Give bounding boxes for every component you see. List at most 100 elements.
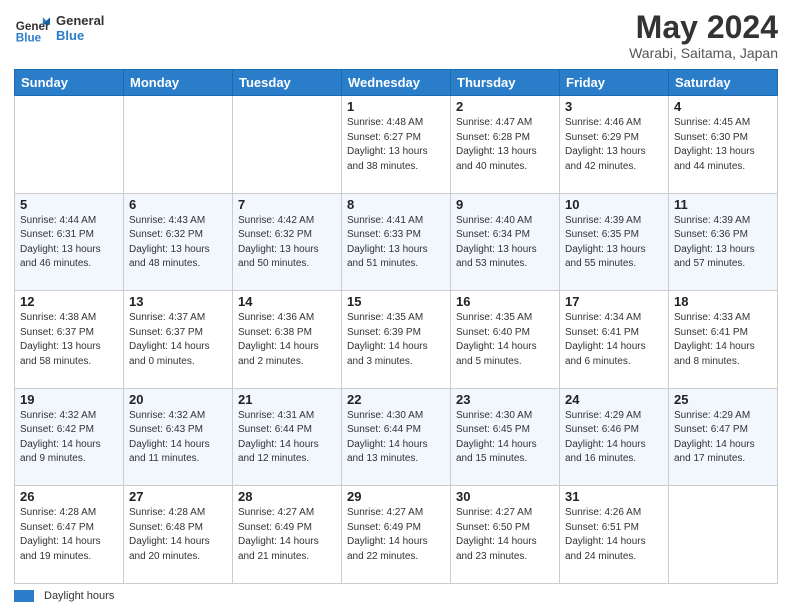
- table-row: 17 Sunrise: 4:34 AM Sunset: 6:41 PM Dayli…: [560, 291, 669, 389]
- table-row: 2 Sunrise: 4:47 AM Sunset: 6:28 PM Daylig…: [451, 96, 560, 194]
- day-number: 22: [347, 392, 445, 407]
- day-info: Sunrise: 4:39 AM Sunset: 6:35 PM Dayligh…: [565, 214, 663, 272]
- legend-box: [14, 590, 34, 602]
- table-row: 13Sunrise: 4:37 AM Sunset: 6:37 PM Dayli…: [124, 291, 233, 389]
- day-info: Sunrise: 4:32 AM Sunset: 6:42 PM Dayligh…: [20, 409, 118, 467]
- logo: General Blue General Blue: [14, 10, 104, 46]
- table-row: [124, 96, 233, 194]
- svg-text:Blue: Blue: [16, 32, 42, 45]
- table-row: 14 Sunrise: 4:36 AM Sunset: 6:38 PM Dayli…: [233, 291, 342, 389]
- calendar-week-row: 5 Sunrise: 4:44 AM Sunset: 6:31 PM Daylig…: [15, 193, 778, 291]
- table-row: 3Sunrise: 4:46 AM Sunset: 6:29 PM Daylig…: [560, 96, 669, 194]
- day-number: 31: [565, 489, 663, 504]
- day-info: Sunrise: 4:36 AM Sunset: 6:38 PM Dayligh…: [238, 311, 336, 369]
- day-info: Sunrise: 4:30 AM Sunset: 6:45 PM Dayligh…: [456, 409, 554, 467]
- table-row: 24Sunrise: 4:29 AM Sunset: 6:46 PM Dayli…: [560, 388, 669, 486]
- table-row: 4 Sunrise: 4:45 AM Sunset: 6:30 PM Daylig…: [669, 96, 778, 194]
- table-row: 10 Sunrise: 4:39 AM Sunset: 6:35 PM Dayli…: [560, 193, 669, 291]
- day-number: 23: [456, 392, 554, 407]
- table-row: 15 Sunrise: 4:35 AM Sunset: 6:39 PM Dayli…: [342, 291, 451, 389]
- table-row: 22Sunrise: 4:30 AM Sunset: 6:44 PM Dayli…: [342, 388, 451, 486]
- table-row: 28Sunrise: 4:27 AM Sunset: 6:49 PM Dayli…: [233, 486, 342, 584]
- table-row: 8 Sunrise: 4:41 AM Sunset: 6:33 PM Daylig…: [342, 193, 451, 291]
- table-row: 25Sunrise: 4:29 AM Sunset: 6:47 PM Dayli…: [669, 388, 778, 486]
- day-number: 26: [20, 489, 118, 504]
- col-saturday: Saturday: [669, 70, 778, 96]
- table-row: 16 Sunrise: 4:35 AM Sunset: 6:40 PM Dayli…: [451, 291, 560, 389]
- col-thursday: Thursday: [451, 70, 560, 96]
- day-number: 16: [456, 294, 554, 309]
- col-friday: Friday: [560, 70, 669, 96]
- col-tuesday: Tuesday: [233, 70, 342, 96]
- day-info: Sunrise: 4:33 AM Sunset: 6:41 PM Dayligh…: [674, 311, 772, 369]
- table-row: 6Sunrise: 4:43 AM Sunset: 6:32 PM Daylig…: [124, 193, 233, 291]
- table-row: 23 Sunrise: 4:30 AM Sunset: 6:45 PM Dayli…: [451, 388, 560, 486]
- calendar-week-row: 19Sunrise: 4:32 AM Sunset: 6:42 PM Dayli…: [15, 388, 778, 486]
- day-number: 10: [565, 197, 663, 212]
- day-number: 4: [674, 99, 772, 114]
- day-info: Sunrise: 4:42 AM Sunset: 6:32 PM Dayligh…: [238, 214, 336, 272]
- day-info: Sunrise: 4:38 AM Sunset: 6:37 PM Dayligh…: [20, 311, 118, 369]
- logo-blue: Blue: [56, 28, 104, 43]
- day-number: 21: [238, 392, 336, 407]
- table-row: 29Sunrise: 4:27 AM Sunset: 6:49 PM Dayli…: [342, 486, 451, 584]
- day-number: 12: [20, 294, 118, 309]
- day-info: Sunrise: 4:34 AM Sunset: 6:41 PM Dayligh…: [565, 311, 663, 369]
- day-info: Sunrise: 4:41 AM Sunset: 6:33 PM Dayligh…: [347, 214, 445, 272]
- table-row: 9 Sunrise: 4:40 AM Sunset: 6:34 PM Daylig…: [451, 193, 560, 291]
- title-block: May 2024 Warabi, Saitama, Japan: [629, 10, 778, 61]
- day-info: Sunrise: 4:40 AM Sunset: 6:34 PM Dayligh…: [456, 214, 554, 272]
- day-number: 30: [456, 489, 554, 504]
- col-monday: Monday: [124, 70, 233, 96]
- day-number: 5: [20, 197, 118, 212]
- calendar-week-row: 12 Sunrise: 4:38 AM Sunset: 6:37 PM Dayli…: [15, 291, 778, 389]
- day-info: Sunrise: 4:27 AM Sunset: 6:49 PM Dayligh…: [238, 506, 336, 564]
- table-row: [15, 96, 124, 194]
- header: General Blue General Blue May 2024 Warab…: [14, 10, 778, 61]
- table-row: 12 Sunrise: 4:38 AM Sunset: 6:37 PM Dayli…: [15, 291, 124, 389]
- day-number: 7: [238, 197, 336, 212]
- day-number: 18: [674, 294, 772, 309]
- table-row: 7 Sunrise: 4:42 AM Sunset: 6:32 PM Daylig…: [233, 193, 342, 291]
- legend-label: Daylight hours: [44, 590, 114, 602]
- table-row: 1 Sunrise: 4:48 AM Sunset: 6:27 PM Daylig…: [342, 96, 451, 194]
- day-number: 9: [456, 197, 554, 212]
- table-row: 11Sunrise: 4:39 AM Sunset: 6:36 PM Dayli…: [669, 193, 778, 291]
- day-number: 14: [238, 294, 336, 309]
- table-row: 26 Sunrise: 4:28 AM Sunset: 6:47 PM Dayli…: [15, 486, 124, 584]
- page-title: May 2024: [629, 10, 778, 45]
- day-info: Sunrise: 4:46 AM Sunset: 6:29 PM Dayligh…: [565, 116, 663, 174]
- day-number: 2: [456, 99, 554, 114]
- day-info: Sunrise: 4:47 AM Sunset: 6:28 PM Dayligh…: [456, 116, 554, 174]
- calendar-week-row: 1 Sunrise: 4:48 AM Sunset: 6:27 PM Daylig…: [15, 96, 778, 194]
- day-number: 20: [129, 392, 227, 407]
- footer: Daylight hours: [14, 590, 778, 602]
- day-info: Sunrise: 4:35 AM Sunset: 6:39 PM Dayligh…: [347, 311, 445, 369]
- day-info: Sunrise: 4:35 AM Sunset: 6:40 PM Dayligh…: [456, 311, 554, 369]
- day-number: 27: [129, 489, 227, 504]
- day-info: Sunrise: 4:44 AM Sunset: 6:31 PM Dayligh…: [20, 214, 118, 272]
- day-number: 17: [565, 294, 663, 309]
- table-row: 20 Sunrise: 4:32 AM Sunset: 6:43 PM Dayli…: [124, 388, 233, 486]
- day-info: Sunrise: 4:27 AM Sunset: 6:49 PM Dayligh…: [347, 506, 445, 564]
- table-row: 5 Sunrise: 4:44 AM Sunset: 6:31 PM Daylig…: [15, 193, 124, 291]
- day-number: 1: [347, 99, 445, 114]
- day-info: Sunrise: 4:48 AM Sunset: 6:27 PM Dayligh…: [347, 116, 445, 174]
- logo-general: General: [56, 13, 104, 28]
- day-info: Sunrise: 4:32 AM Sunset: 6:43 PM Dayligh…: [129, 409, 227, 467]
- day-info: Sunrise: 4:45 AM Sunset: 6:30 PM Dayligh…: [674, 116, 772, 174]
- day-number: 25: [674, 392, 772, 407]
- table-row: [669, 486, 778, 584]
- day-number: 8: [347, 197, 445, 212]
- day-info: Sunrise: 4:37 AM Sunset: 6:37 PM Dayligh…: [129, 311, 227, 369]
- day-number: 15: [347, 294, 445, 309]
- calendar-header-row: Sunday Monday Tuesday Wednesday Thursday…: [15, 70, 778, 96]
- day-info: Sunrise: 4:39 AM Sunset: 6:36 PM Dayligh…: [674, 214, 772, 272]
- calendar-week-row: 26 Sunrise: 4:28 AM Sunset: 6:47 PM Dayli…: [15, 486, 778, 584]
- table-row: 30 Sunrise: 4:27 AM Sunset: 6:50 PM Dayli…: [451, 486, 560, 584]
- table-row: 18 Sunrise: 4:33 AM Sunset: 6:41 PM Dayli…: [669, 291, 778, 389]
- day-info: Sunrise: 4:27 AM Sunset: 6:50 PM Dayligh…: [456, 506, 554, 564]
- col-wednesday: Wednesday: [342, 70, 451, 96]
- day-info: Sunrise: 4:28 AM Sunset: 6:47 PM Dayligh…: [20, 506, 118, 564]
- calendar-table: Sunday Monday Tuesday Wednesday Thursday…: [14, 69, 778, 584]
